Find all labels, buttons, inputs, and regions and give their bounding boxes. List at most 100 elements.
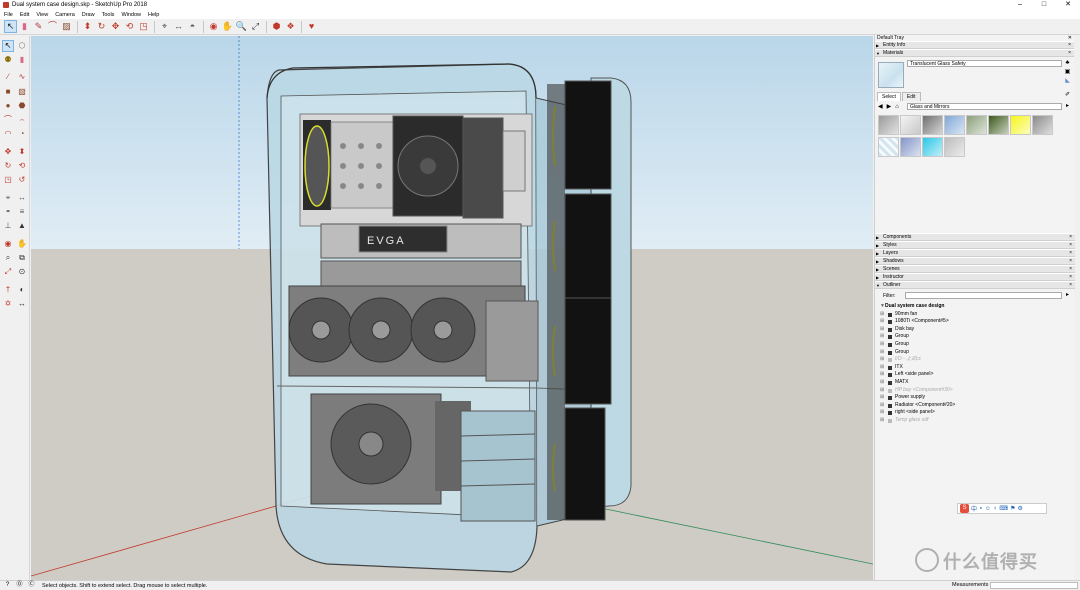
outliner-item[interactable]: ⊞ Left <side panel>: [878, 371, 1073, 379]
material-swatch[interactable]: [944, 115, 965, 135]
protractor-icon[interactable]: ◓: [186, 20, 199, 33]
move-icon[interactable]: ✥: [2, 146, 14, 158]
scale-icon[interactable]: ◳: [2, 174, 14, 186]
arc-icon[interactable]: ⌒: [2, 114, 14, 126]
tab-edit[interactable]: Edit: [901, 92, 921, 101]
follow-me-icon[interactable]: ⟲: [123, 20, 136, 33]
outliner-root[interactable]: ▼ Dual system case design: [878, 303, 1073, 311]
expand-icon[interactable]: ⊞: [880, 394, 884, 402]
outliner-item[interactable]: ⊞ ITX: [878, 364, 1073, 372]
pencil-line-icon[interactable]: ∕: [2, 71, 14, 83]
offset-icon[interactable]: ↺: [16, 174, 28, 186]
expand-icon[interactable]: ⊞: [880, 349, 884, 357]
three-point-arc-icon[interactable]: ◠: [2, 128, 14, 140]
orbit-icon[interactable]: ◉: [2, 238, 14, 250]
microphone-icon[interactable]: ♀: [993, 506, 998, 512]
expand-icon[interactable]: ⊞: [880, 364, 884, 372]
paint-bucket-icon[interactable]: ⚉: [2, 54, 14, 66]
expand-icon[interactable]: ⊞: [880, 333, 884, 341]
walk-icon[interactable]: ✡: [2, 298, 14, 310]
panel-layers[interactable]: ▶ Layers ×: [875, 249, 1075, 257]
outliner-item[interactable]: ⊞ 90mm fan: [878, 311, 1073, 319]
axes-icon[interactable]: ⊥: [2, 220, 14, 232]
material-swatch[interactable]: [922, 137, 943, 157]
expand-icon[interactable]: ⊞: [880, 387, 884, 395]
freehand-icon[interactable]: ∿: [16, 71, 28, 83]
zoom-extents-icon[interactable]: ⤢: [2, 266, 14, 278]
panel-entity-info[interactable]: ▶ Entity Info ×: [875, 41, 1074, 49]
keyboard-icon[interactable]: ⌨: [999, 505, 1008, 512]
help-icon[interactable]: ?: [3, 581, 12, 590]
outliner-details-icon[interactable]: ▸: [1064, 292, 1071, 299]
close-button[interactable]: ✕: [1056, 0, 1080, 10]
extension-warehouse-icon[interactable]: ♥: [305, 20, 318, 33]
two-point-arc-icon[interactable]: ⌢: [16, 114, 28, 126]
forward-arrow-icon[interactable]: ▶: [887, 103, 892, 110]
move-icon[interactable]: ✥: [109, 20, 122, 33]
menu-tools[interactable]: Tools: [102, 12, 115, 18]
push-pull-icon[interactable]: ⬍: [81, 20, 94, 33]
push-pull-icon[interactable]: ⬍: [16, 146, 28, 158]
tab-select[interactable]: Select: [877, 92, 901, 101]
menu-camera[interactable]: Camera: [55, 12, 75, 18]
maximize-button[interactable]: □: [1032, 0, 1056, 10]
close-icon[interactable]: ×: [1069, 234, 1072, 241]
material-swatch[interactable]: [900, 137, 921, 157]
outliner-item[interactable]: ⊞ MATX: [878, 379, 1073, 387]
outliner-item[interactable]: ⊞ Group: [878, 333, 1073, 341]
panel-materials[interactable]: ▼ Materials ×: [875, 49, 1074, 57]
default-material-icon[interactable]: ▣: [1064, 69, 1071, 76]
orbit-icon[interactable]: ◉: [207, 20, 220, 33]
home-icon[interactable]: ⌂: [895, 104, 899, 110]
pan-icon[interactable]: ✋: [221, 20, 234, 33]
material-swatch[interactable]: [1010, 115, 1031, 135]
select-icon[interactable]: ↖: [2, 40, 14, 52]
toolbox-icon[interactable]: ⚙: [1017, 505, 1022, 512]
close-icon[interactable]: ×: [1068, 50, 1071, 57]
create-material-icon[interactable]: ♣: [1064, 60, 1071, 67]
menu-file[interactable]: File: [4, 12, 13, 18]
credits-icon[interactable]: Ⓒ: [27, 581, 36, 590]
tape-measure-icon[interactable]: ⌖: [158, 20, 171, 33]
library-select[interactable]: Glass and Mirrors: [907, 103, 1062, 110]
rectangle-icon[interactable]: ■: [2, 86, 14, 98]
sample-paint-icon[interactable]: ◣: [1064, 78, 1071, 85]
outliner-item[interactable]: ⊞ 1080Ti <Component#5>: [878, 318, 1073, 326]
outliner-item[interactable]: ⊞ Radiator <Component#20>: [878, 402, 1073, 410]
panel-components[interactable]: ▶ Components ×: [875, 233, 1075, 241]
material-name-field[interactable]: Translucent Glass Safety: [907, 60, 1062, 67]
material-preview[interactable]: [878, 62, 904, 88]
panel-outliner[interactable]: ▼ Outliner ×: [875, 281, 1075, 289]
material-swatch[interactable]: [878, 137, 899, 157]
menu-view[interactable]: View: [36, 12, 48, 18]
rotate-icon[interactable]: ↻: [2, 160, 14, 172]
punctuation-icon[interactable]: ∘: [979, 505, 983, 512]
pie-icon[interactable]: ◔: [16, 128, 28, 140]
expand-icon[interactable]: ⊞: [880, 311, 884, 319]
expand-icon[interactable]: ⊞: [880, 402, 884, 410]
zoom-extents-icon[interactable]: ⤢: [249, 20, 262, 33]
material-swatch[interactable]: [1032, 115, 1053, 135]
material-swatch[interactable]: [966, 115, 987, 135]
dimension-icon[interactable]: ↔: [172, 20, 185, 33]
pencil-line-icon[interactable]: ✎: [32, 20, 45, 33]
eyedropper-icon[interactable]: ✐: [1064, 92, 1071, 99]
section-plane-icon[interactable]: ↔: [16, 298, 28, 310]
chinese-mode-icon[interactable]: 中: [971, 504, 977, 513]
outliner-item[interactable]: ⊞ Disk bay: [878, 326, 1073, 334]
measurements-input[interactable]: [990, 582, 1078, 589]
minimize-button[interactable]: –: [1008, 0, 1032, 10]
rotate-icon[interactable]: ↻: [95, 20, 108, 33]
expand-icon[interactable]: ⊞: [880, 318, 884, 326]
emoji-icon[interactable]: ☺: [985, 506, 991, 512]
expand-icon[interactable]: ⊞: [880, 326, 884, 334]
extension-icon[interactable]: ❖: [284, 20, 297, 33]
menu-edit[interactable]: Edit: [20, 12, 29, 18]
circle-icon[interactable]: ●: [2, 100, 14, 112]
tape-measure-icon[interactable]: ⌖: [2, 192, 14, 204]
arc-icon[interactable]: ⌒: [46, 20, 59, 33]
outliner-item[interactable]: ⊞ Temp glass sdf: [878, 417, 1073, 425]
outliner-item[interactable]: ⊞ HP bay <Component#30>: [878, 387, 1073, 395]
material-swatch[interactable]: [944, 137, 965, 157]
panel-styles[interactable]: ▶ Styles ×: [875, 241, 1075, 249]
